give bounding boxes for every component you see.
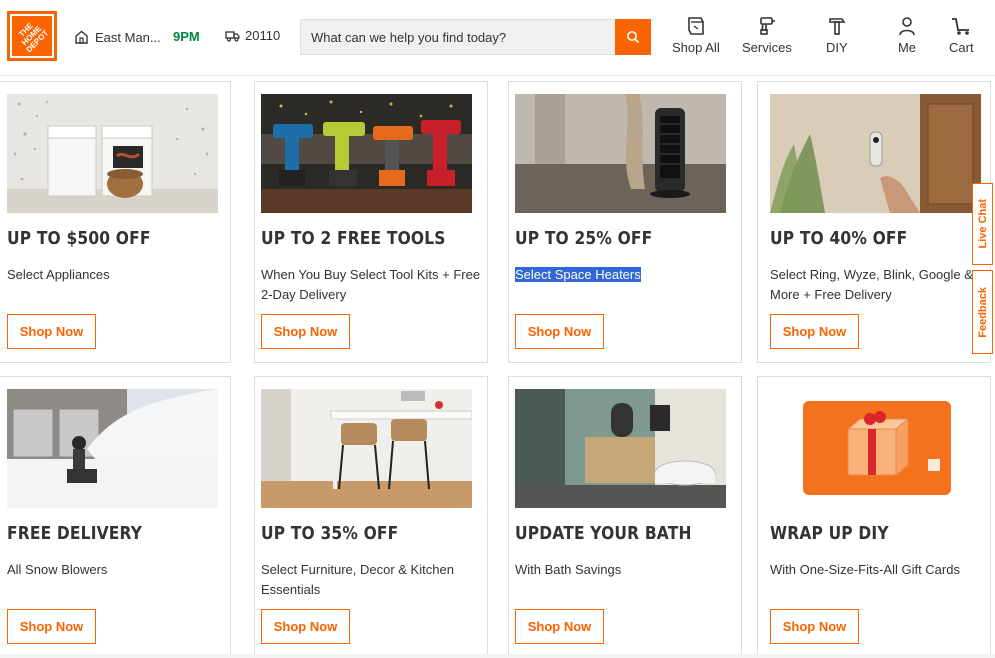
drill-icon [760, 17, 775, 35]
store-icon [75, 30, 88, 44]
zip-code: 20110 [245, 28, 281, 43]
washer-dryer-image[interactable] [7, 94, 218, 213]
shop-now-button[interactable]: Shop Now [515, 314, 604, 349]
hammer-icon [829, 18, 846, 35]
card-description: Select Ring, Wyze, Blink, Google & More … [770, 267, 973, 302]
store-selector[interactable]: East Man... [74, 28, 161, 46]
nav-label-me: Me [897, 40, 917, 55]
nav-services[interactable]: Services [742, 16, 792, 58]
bathroom-image[interactable] [515, 389, 726, 508]
promo-card: WRAP UP DIY With One-Size-Fits-All Gift … [757, 376, 991, 658]
nav-label-cart: Cart [949, 40, 974, 55]
nav-cart[interactable]: Cart [949, 16, 974, 58]
nav-shop-all[interactable]: Shop All [672, 16, 720, 58]
store-hours: 9PM [173, 29, 200, 44]
shop-now-button[interactable]: Shop Now [261, 314, 350, 349]
card-description: Select Furniture, Decor & Kitchen Essent… [261, 562, 454, 597]
page-bottom-edge [0, 654, 995, 658]
gift-card-image[interactable] [770, 389, 981, 508]
shop-now-button[interactable]: Shop Now [7, 609, 96, 644]
card-title: UP TO 25% OFF [515, 228, 653, 249]
promo-card: UP TO 40% OFF Select Ring, Wyze, Blink, … [757, 81, 991, 363]
card-title: UP TO 40% OFF [770, 228, 908, 249]
search-button[interactable] [615, 19, 651, 55]
truck-icon [225, 30, 240, 42]
nav-me[interactable]: Me [897, 16, 917, 58]
video-doorbell-image[interactable] [770, 94, 981, 213]
card-description: All Snow Blowers [7, 562, 108, 577]
nav-diy[interactable]: DIY [826, 16, 848, 58]
shop-now-button[interactable]: Shop Now [7, 314, 96, 349]
store-name: East Man... [95, 29, 161, 45]
power-drills-image[interactable] [261, 94, 472, 213]
shop-now-button[interactable]: Shop Now [515, 609, 604, 644]
nav-label-diy: DIY [826, 40, 848, 55]
shop-now-button[interactable]: Shop Now [770, 314, 859, 349]
card-description: With One-Size-Fits-All Gift Cards [770, 562, 960, 577]
promo-card: UP TO $500 OFF Select Appliances Shop No… [0, 81, 231, 363]
search-icon [627, 31, 640, 44]
user-icon [899, 17, 915, 36]
home-depot-logo[interactable]: THE HOME DEPOT [7, 11, 57, 61]
card-title: UP TO $500 OFF [7, 228, 151, 249]
feedback-label: Feedback [976, 286, 989, 338]
cart-icon [952, 18, 970, 35]
live-chat-label: Live Chat [976, 199, 989, 249]
nav-label-shop-all: Shop All [672, 40, 720, 55]
promo-card: UPDATE YOUR BATH With Bath Savings Shop … [508, 376, 742, 658]
promo-card: UP TO 35% OFF Select Furniture, Decor & … [254, 376, 488, 658]
card-description: When You Buy Select Tool Kits + Free 2-D… [261, 267, 481, 302]
promo-card: UP TO 2 FREE TOOLS When You Buy Select T… [254, 81, 488, 363]
search-input[interactable] [301, 20, 616, 54]
card-description: Select Space Heaters [515, 265, 737, 285]
live-chat-tab[interactable]: Live Chat [972, 183, 993, 265]
promo-card: FREE DELIVERY All Snow Blowers Shop Now [0, 376, 231, 658]
nav-label-services: Services [742, 40, 792, 55]
site-header: THE HOME DEPOT East Man... 9PM 20110 Sho… [0, 0, 995, 76]
space-heater-image[interactable] [515, 94, 726, 213]
promo-card: UP TO 25% OFF Select Space Heaters Shop … [508, 81, 742, 363]
bar-stools-image[interactable] [261, 389, 472, 508]
card-description: Select Appliances [7, 267, 110, 282]
card-title: WRAP UP DIY [770, 523, 889, 544]
shop-now-button[interactable]: Shop Now [770, 609, 859, 644]
card-title: UPDATE YOUR BATH [515, 523, 692, 544]
card-title: UP TO 2 FREE TOOLS [261, 228, 446, 249]
logo-text: THE HOME DEPOT [17, 21, 51, 55]
delivery-zip[interactable]: 20110 [225, 28, 280, 43]
highlighted-text: Select Space Heaters [515, 267, 641, 282]
feedback-tab[interactable]: Feedback [972, 270, 993, 354]
shop-all-icon [688, 17, 704, 35]
card-description: With Bath Savings [515, 562, 622, 577]
snow-blower-image[interactable] [7, 389, 218, 508]
shop-now-button[interactable]: Shop Now [261, 609, 350, 644]
search-bar [300, 19, 651, 55]
card-title: FREE DELIVERY [7, 523, 143, 544]
card-title: UP TO 35% OFF [261, 523, 399, 544]
